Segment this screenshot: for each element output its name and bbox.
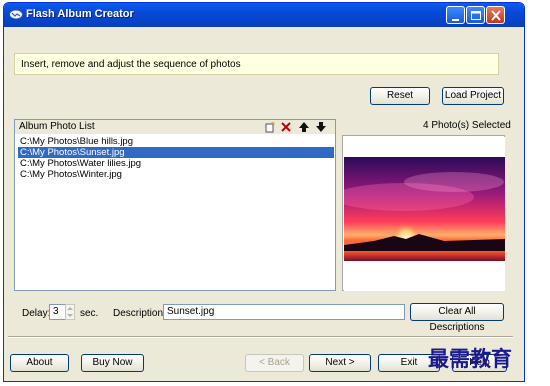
back-button[interactable]: < Back (245, 354, 304, 372)
move-down-icon[interactable] (315, 121, 327, 133)
window-title: Flash Album Creator (26, 8, 134, 20)
title-bar[interactable]: Flash Album Creator (4, 3, 524, 27)
next-button[interactable]: Next > (309, 354, 371, 372)
description-label: Description: (113, 308, 166, 319)
minimize-button[interactable] (446, 6, 465, 24)
sunset-image (344, 137, 505, 291)
delay-label: Delay: (22, 308, 51, 319)
delete-icon[interactable] (280, 121, 292, 133)
clear-descriptions-button[interactable]: Clear All Descriptions (410, 303, 504, 333)
maximize-icon (471, 11, 481, 20)
close-button[interactable] (486, 6, 505, 24)
spinner-arrows-icon (67, 307, 73, 317)
instruction-banner: Insert, remove and adjust the sequence o… (14, 53, 499, 75)
app-icon (9, 9, 23, 20)
delay-input[interactable]: 3 (49, 304, 66, 320)
banner-text: Insert, remove and adjust the sequence o… (21, 59, 241, 70)
photo-items: C:\My Photos\Blue hills.jpg C:\My Photos… (18, 136, 334, 180)
buy-now-button[interactable]: Buy Now (81, 354, 144, 372)
minimize-icon (452, 19, 459, 21)
list-item[interactable]: C:\My Photos\Blue hills.jpg (18, 136, 334, 147)
selected-count: 4 Photo(s) Selected (423, 120, 511, 131)
description-input[interactable]: Sunset.jpg (163, 304, 405, 320)
load-project-button[interactable]: Load Project (442, 87, 504, 105)
photo-preview (342, 135, 505, 291)
move-up-icon[interactable] (298, 121, 310, 133)
new-icon[interactable] (264, 121, 276, 133)
maximize-button[interactable] (466, 6, 485, 24)
reset-button[interactable]: Reset (370, 87, 430, 105)
list-item-selected[interactable]: C:\My Photos\Sunset.jpg (18, 147, 334, 158)
footer-divider (8, 336, 513, 338)
delay-spinner[interactable] (65, 304, 75, 320)
about-button[interactable]: About (10, 354, 69, 372)
close-icon (491, 10, 501, 21)
list-header: Album Photo List (15, 120, 335, 134)
watermark-text: 最需教育 (428, 346, 512, 371)
list-header-title: Album Photo List (19, 121, 95, 132)
album-photo-list[interactable]: Album Photo List C:\My Photos\Blue hills… (14, 119, 336, 291)
list-item[interactable]: C:\My Photos\Water lilies.jpg (18, 158, 334, 169)
list-item[interactable]: C:\My Photos\Winter.jpg (18, 169, 334, 180)
delay-unit: sec. (80, 308, 99, 319)
